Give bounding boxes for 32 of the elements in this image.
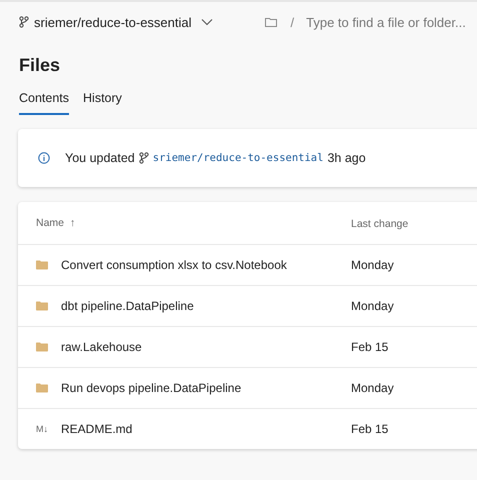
path-search-field[interactable]: Type to find a file or folder... bbox=[306, 14, 476, 30]
folder-icon bbox=[36, 342, 48, 352]
tab[interactable]: History bbox=[83, 91, 122, 115]
branch-icon bbox=[138, 152, 149, 164]
file-name[interactable]: README.md bbox=[61, 422, 132, 436]
folder-icon bbox=[264, 17, 277, 27]
page-title: Files bbox=[19, 54, 62, 77]
file-name[interactable]: Run devops pipeline.DataPipeline bbox=[61, 381, 242, 395]
file-name[interactable]: dbt pipeline.DataPipeline bbox=[61, 299, 194, 313]
folder-icon bbox=[36, 301, 48, 311]
column-header[interactable]: Name bbox=[36, 217, 64, 229]
last-change: Monday bbox=[351, 258, 394, 272]
sort-ascending-icon[interactable]: ↑ bbox=[70, 217, 76, 229]
markdown-icon: M↓ bbox=[36, 424, 48, 434]
last-change: Monday bbox=[351, 299, 394, 313]
info-icon bbox=[38, 152, 50, 164]
folder-icon bbox=[36, 383, 48, 393]
notice-text: You updated bbox=[65, 151, 135, 165]
branch-selector[interactable]: sriemer/reduce-to-essential bbox=[34, 14, 192, 30]
branch-icon bbox=[19, 16, 29, 28]
file-name[interactable]: raw.Lakehouse bbox=[61, 340, 142, 354]
branch-link[interactable]: sriemer/reduce-to-essential bbox=[152, 152, 324, 164]
notice-time: 3h ago bbox=[327, 151, 366, 165]
path-separator: / bbox=[290, 14, 294, 30]
column-header[interactable]: Last change bbox=[351, 218, 408, 230]
file-name[interactable]: Convert consumption xlsx to csv.Notebook bbox=[61, 258, 287, 272]
folder-icon bbox=[36, 260, 48, 270]
last-change: Monday bbox=[351, 381, 394, 395]
last-change: Feb 15 bbox=[351, 340, 388, 354]
tab[interactable]: Contents bbox=[19, 91, 70, 115]
last-change: Feb 15 bbox=[351, 422, 388, 436]
chevron-down-icon[interactable] bbox=[200, 18, 213, 26]
